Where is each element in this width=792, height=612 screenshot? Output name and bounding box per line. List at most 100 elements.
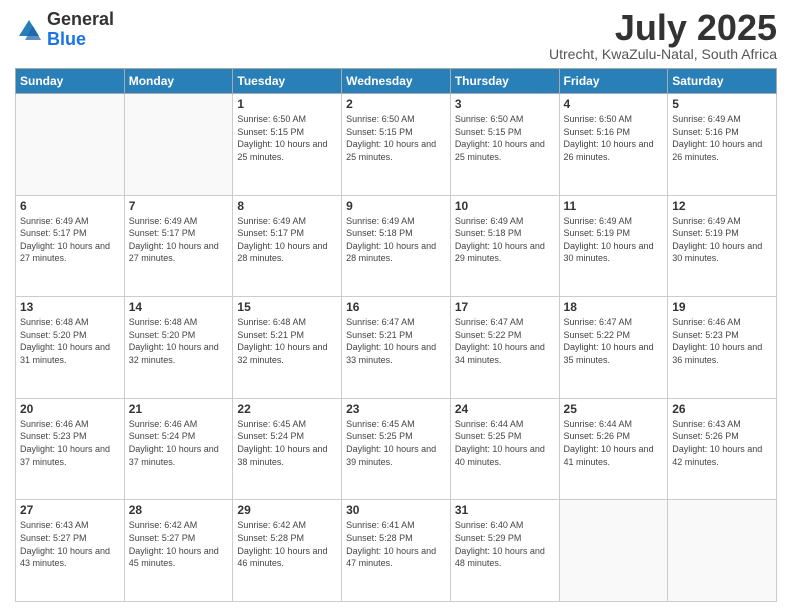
table-row: 6 Sunrise: 6:49 AM Sunset: 5:17 PM Daylig… xyxy=(16,195,125,297)
day-number: 31 xyxy=(455,503,555,517)
day-detail: Sunrise: 6:44 AM Sunset: 5:26 PM Dayligh… xyxy=(564,418,664,468)
logo-icon xyxy=(15,16,43,44)
calendar-table: Sunday Monday Tuesday Wednesday Thursday… xyxy=(15,68,777,602)
table-row: 2 Sunrise: 6:50 AM Sunset: 5:15 PM Daylig… xyxy=(342,94,451,196)
calendar-week-1: 1 Sunrise: 6:50 AM Sunset: 5:15 PM Daylig… xyxy=(16,94,777,196)
day-number: 28 xyxy=(129,503,229,517)
day-detail: Sunrise: 6:50 AM Sunset: 5:15 PM Dayligh… xyxy=(237,113,337,163)
day-number: 6 xyxy=(20,199,120,213)
day-detail: Sunrise: 6:49 AM Sunset: 5:18 PM Dayligh… xyxy=(346,215,446,265)
header-wednesday: Wednesday xyxy=(342,69,451,94)
title-block: July 2025 Utrecht, KwaZulu-Natal, South … xyxy=(549,10,777,62)
day-detail: Sunrise: 6:40 AM Sunset: 5:29 PM Dayligh… xyxy=(455,519,555,569)
header-sunday: Sunday xyxy=(16,69,125,94)
day-number: 19 xyxy=(672,300,772,314)
table-row: 19 Sunrise: 6:46 AM Sunset: 5:23 PM Dayli… xyxy=(668,297,777,399)
calendar-week-3: 13 Sunrise: 6:48 AM Sunset: 5:20 PM Dayli… xyxy=(16,297,777,399)
header-saturday: Saturday xyxy=(668,69,777,94)
logo-text: General Blue xyxy=(47,10,114,50)
day-detail: Sunrise: 6:46 AM Sunset: 5:23 PM Dayligh… xyxy=(20,418,120,468)
day-number: 12 xyxy=(672,199,772,213)
day-detail: Sunrise: 6:50 AM Sunset: 5:15 PM Dayligh… xyxy=(346,113,446,163)
table-row: 25 Sunrise: 6:44 AM Sunset: 5:26 PM Dayli… xyxy=(559,398,668,500)
logo-general-label: General xyxy=(47,10,114,30)
header: General Blue July 2025 Utrecht, KwaZulu-… xyxy=(15,10,777,62)
table-row: 15Sunrise: 6:48 AM Sunset: 5:21 PM Dayli… xyxy=(233,297,342,399)
day-number: 4 xyxy=(564,97,664,111)
table-row: 12 Sunrise: 6:49 AM Sunset: 5:19 PM Dayli… xyxy=(668,195,777,297)
table-row: 7Sunrise: 6:49 AM Sunset: 5:17 PM Daylig… xyxy=(124,195,233,297)
day-detail: Sunrise: 6:49 AM Sunset: 5:19 PM Dayligh… xyxy=(672,215,772,265)
table-row: 14 Sunrise: 6:48 AM Sunset: 5:20 PM Dayli… xyxy=(124,297,233,399)
title-month: July 2025 xyxy=(549,10,777,46)
day-detail: Sunrise: 6:50 AM Sunset: 5:15 PM Dayligh… xyxy=(455,113,555,163)
day-number: 17 xyxy=(455,300,555,314)
table-row: 8Sunrise: 6:49 AM Sunset: 5:17 PM Daylig… xyxy=(233,195,342,297)
day-number: 7 xyxy=(129,199,229,213)
table-row: 26Sunrise: 6:43 AM Sunset: 5:26 PM Dayli… xyxy=(668,398,777,500)
day-detail: Sunrise: 6:44 AM Sunset: 5:25 PM Dayligh… xyxy=(455,418,555,468)
day-number: 30 xyxy=(346,503,446,517)
title-location: Utrecht, KwaZulu-Natal, South Africa xyxy=(549,46,777,62)
day-detail: Sunrise: 6:45 AM Sunset: 5:24 PM Dayligh… xyxy=(237,418,337,468)
table-row: 22 Sunrise: 6:45 AM Sunset: 5:24 PM Dayli… xyxy=(233,398,342,500)
table-row: 31 Sunrise: 6:40 AM Sunset: 5:29 PM Dayli… xyxy=(450,500,559,602)
table-row: 13Sunrise: 6:48 AM Sunset: 5:20 PM Dayli… xyxy=(16,297,125,399)
day-detail: Sunrise: 6:41 AM Sunset: 5:28 PM Dayligh… xyxy=(346,519,446,569)
day-detail: Sunrise: 6:43 AM Sunset: 5:27 PM Dayligh… xyxy=(20,519,120,569)
day-detail: Sunrise: 6:48 AM Sunset: 5:20 PM Dayligh… xyxy=(129,316,229,366)
day-detail: Sunrise: 6:47 AM Sunset: 5:22 PM Dayligh… xyxy=(564,316,664,366)
table-row: 24 Sunrise: 6:44 AM Sunset: 5:25 PM Dayli… xyxy=(450,398,559,500)
calendar-week-5: 27 Sunrise: 6:43 AM Sunset: 5:27 PM Dayli… xyxy=(16,500,777,602)
day-detail: Sunrise: 6:46 AM Sunset: 5:24 PM Dayligh… xyxy=(129,418,229,468)
day-number: 2 xyxy=(346,97,446,111)
table-row: 5 Sunrise: 6:49 AM Sunset: 5:16 PM Daylig… xyxy=(668,94,777,196)
day-number: 10 xyxy=(455,199,555,213)
day-number: 23 xyxy=(346,402,446,416)
table-row: 28 Sunrise: 6:42 AM Sunset: 5:27 PM Dayli… xyxy=(124,500,233,602)
table-row: 27 Sunrise: 6:43 AM Sunset: 5:27 PM Dayli… xyxy=(16,500,125,602)
day-detail: Sunrise: 6:49 AM Sunset: 5:17 PM Dayligh… xyxy=(20,215,120,265)
table-row: 10Sunrise: 6:49 AM Sunset: 5:18 PM Dayli… xyxy=(450,195,559,297)
logo: General Blue xyxy=(15,10,114,50)
logo-blue-label: Blue xyxy=(47,30,114,50)
header-tuesday: Tuesday xyxy=(233,69,342,94)
day-number: 9 xyxy=(346,199,446,213)
table-row: 20 Sunrise: 6:46 AM Sunset: 5:23 PM Dayli… xyxy=(16,398,125,500)
table-row: 3Sunrise: 6:50 AM Sunset: 5:15 PM Daylig… xyxy=(450,94,559,196)
table-row: 21 Sunrise: 6:46 AM Sunset: 5:24 PM Dayli… xyxy=(124,398,233,500)
day-number: 11 xyxy=(564,199,664,213)
table-row xyxy=(124,94,233,196)
calendar-week-2: 6 Sunrise: 6:49 AM Sunset: 5:17 PM Daylig… xyxy=(16,195,777,297)
table-row: 1 Sunrise: 6:50 AM Sunset: 5:15 PM Daylig… xyxy=(233,94,342,196)
table-row xyxy=(668,500,777,602)
day-number: 22 xyxy=(237,402,337,416)
day-number: 24 xyxy=(455,402,555,416)
day-number: 16 xyxy=(346,300,446,314)
table-row: 11Sunrise: 6:49 AM Sunset: 5:19 PM Dayli… xyxy=(559,195,668,297)
day-detail: Sunrise: 6:47 AM Sunset: 5:22 PM Dayligh… xyxy=(455,316,555,366)
calendar-header-row: Sunday Monday Tuesday Wednesday Thursday… xyxy=(16,69,777,94)
page: General Blue July 2025 Utrecht, KwaZulu-… xyxy=(0,0,792,612)
day-number: 25 xyxy=(564,402,664,416)
day-number: 13 xyxy=(20,300,120,314)
day-number: 29 xyxy=(237,503,337,517)
day-detail: Sunrise: 6:42 AM Sunset: 5:27 PM Dayligh… xyxy=(129,519,229,569)
day-detail: Sunrise: 6:49 AM Sunset: 5:16 PM Dayligh… xyxy=(672,113,772,163)
header-thursday: Thursday xyxy=(450,69,559,94)
day-number: 1 xyxy=(237,97,337,111)
day-number: 8 xyxy=(237,199,337,213)
day-number: 21 xyxy=(129,402,229,416)
day-detail: Sunrise: 6:46 AM Sunset: 5:23 PM Dayligh… xyxy=(672,316,772,366)
day-number: 5 xyxy=(672,97,772,111)
day-detail: Sunrise: 6:48 AM Sunset: 5:21 PM Dayligh… xyxy=(237,316,337,366)
table-row xyxy=(559,500,668,602)
day-number: 20 xyxy=(20,402,120,416)
day-number: 14 xyxy=(129,300,229,314)
table-row: 16Sunrise: 6:47 AM Sunset: 5:21 PM Dayli… xyxy=(342,297,451,399)
day-number: 26 xyxy=(672,402,772,416)
day-number: 18 xyxy=(564,300,664,314)
day-number: 27 xyxy=(20,503,120,517)
day-detail: Sunrise: 6:50 AM Sunset: 5:16 PM Dayligh… xyxy=(564,113,664,163)
header-friday: Friday xyxy=(559,69,668,94)
